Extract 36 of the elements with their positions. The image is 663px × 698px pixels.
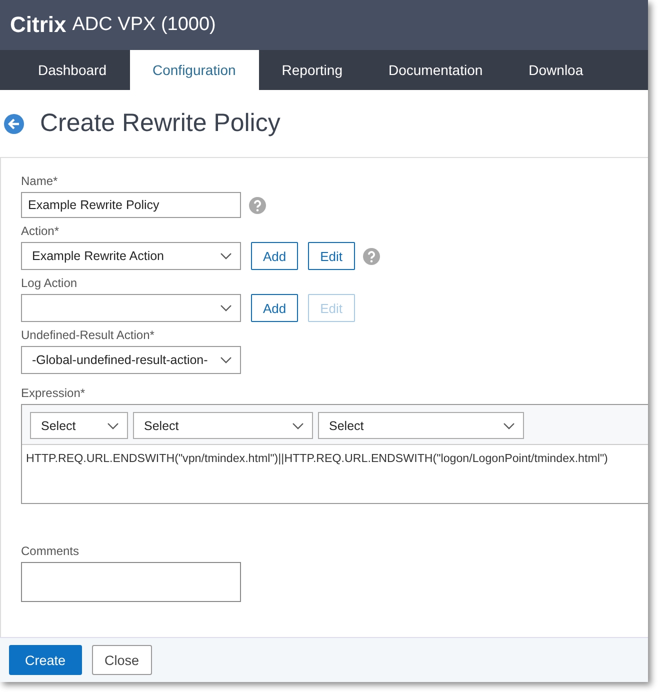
field-label: Undefined-Result Action* [21,328,156,342]
page-title: Create Rewrite Policy [40,109,280,138]
help-icon[interactable] [362,248,380,264]
chevron-icon [107,422,119,430]
chevron-icon [220,304,232,312]
dropdown[interactable]: Select [30,412,128,439]
chevron-icon [503,422,515,430]
footer-button[interactable]: Close [92,645,152,675]
comments-field[interactable] [21,562,241,602]
chevron-icon [220,252,232,260]
footer-button[interactable]: Create [9,645,82,675]
nav-tab[interactable]: Configuration [130,50,259,90]
dropdown[interactable]: Select [133,412,313,439]
dropdown[interactable]: -Global-undefined-result-action- [21,346,241,374]
field-label: Name* [21,174,59,188]
dropdown[interactable]: Select [318,412,524,439]
chevron-icon [292,422,304,430]
help-icon[interactable] [249,196,266,214]
dropdown[interactable] [21,294,241,322]
product-name: ADC VPX (1000) [72,14,216,36]
field-label: Expression* [21,386,86,400]
field-label: Comments [21,544,80,558]
nav-tab[interactable]: Downloa [506,50,606,90]
text-field[interactable]: Example Rewrite Policy [21,192,241,218]
nav-tab[interactable]: Dashboard [15,50,130,90]
nav-tab[interactable]: Reporting [258,50,366,90]
expression-editor[interactable]: HTTP.REQ.URL.ENDSWITH("vpn/tmindex.html")||HTTP.REQ.URL.ENDSWITH("logon/LogonPoint/tmindex.html") [22,445,648,472]
chevron-icon [220,356,232,364]
dropdown[interactable]: Example Rewrite Action [21,242,241,270]
action-button[interactable]: Edit [308,242,355,270]
field-label: Log Action [21,276,78,290]
action-button[interactable]: Add [251,294,298,322]
action-button[interactable]: Add [251,242,298,270]
field-label: Action* [21,224,60,238]
brand-name: Citrix [10,12,66,38]
nav-tab[interactable]: Documentation [365,50,506,90]
